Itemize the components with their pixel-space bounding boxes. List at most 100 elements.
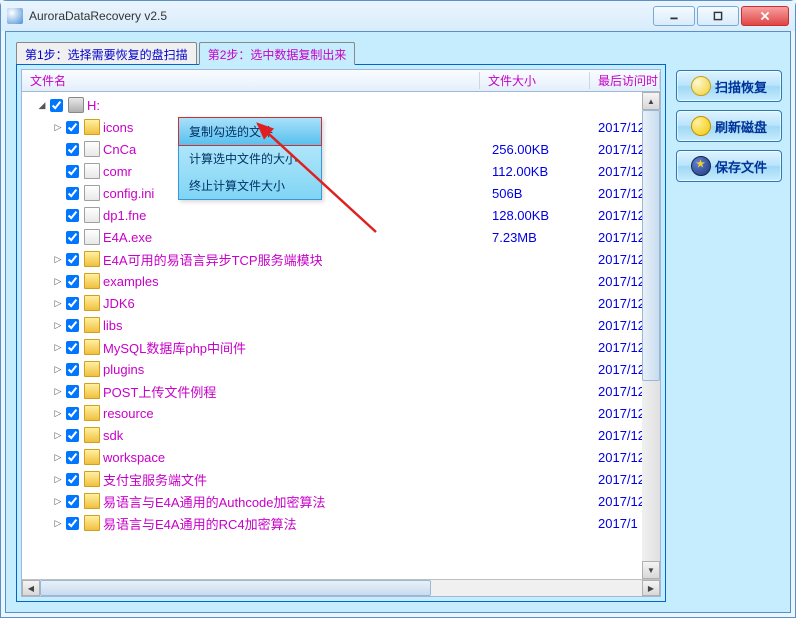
- expander-icon[interactable]: ▷: [52, 275, 64, 287]
- menu-stop-calc[interactable]: 终止计算文件大小: [179, 172, 321, 199]
- refresh-label: 刷新磁盘: [715, 117, 767, 136]
- drive-row[interactable]: ◢H:: [22, 94, 660, 116]
- table-row[interactable]: ▷sdk2017/12: [22, 424, 660, 446]
- drive-checkbox[interactable]: [50, 99, 63, 112]
- row-checkbox[interactable]: [66, 473, 79, 486]
- expander-icon[interactable]: ▷: [52, 495, 64, 507]
- row-checkbox[interactable]: [66, 495, 79, 508]
- table-row[interactable]: ▷plugins2017/12: [22, 358, 660, 380]
- menu-copy-checked[interactable]: 复制勾选的文件: [178, 117, 322, 146]
- table-row[interactable]: CnCa256.00KB2017/12: [22, 138, 660, 160]
- expander-icon[interactable]: ▷: [52, 385, 64, 397]
- table-row[interactable]: ▷icons2017/12: [22, 116, 660, 138]
- row-checkbox[interactable]: [66, 407, 79, 420]
- table-row[interactable]: ▷workspace2017/12: [22, 446, 660, 468]
- folder-icon: [84, 295, 100, 311]
- row-checkbox[interactable]: [66, 209, 79, 222]
- table-row[interactable]: ▷E4A可用的易语言异步TCP服务端模块2017/12: [22, 248, 660, 270]
- menu-calc-size[interactable]: 计算选中文件的大小: [179, 145, 321, 172]
- expander-icon[interactable]: ▷: [52, 319, 64, 331]
- minimize-button[interactable]: [653, 6, 695, 26]
- row-checkbox[interactable]: [66, 517, 79, 530]
- expander-icon[interactable]: ▷: [52, 341, 64, 353]
- save-icon: [691, 156, 711, 176]
- expander-icon[interactable]: ▷: [52, 429, 64, 441]
- expander-icon[interactable]: ▷: [52, 451, 64, 463]
- table-row[interactable]: ▷MySQL数据库php中间件2017/12: [22, 336, 660, 358]
- row-checkbox[interactable]: [66, 165, 79, 178]
- drive-icon: [68, 97, 84, 113]
- file-name: workspace: [103, 450, 488, 465]
- scroll-right-icon[interactable]: ▶: [642, 580, 660, 596]
- row-checkbox[interactable]: [66, 253, 79, 266]
- scan-recover-button[interactable]: 扫描恢复: [676, 70, 782, 102]
- table-row[interactable]: ▷JDK62017/12: [22, 292, 660, 314]
- expander-icon[interactable]: ▷: [52, 473, 64, 485]
- expander-icon[interactable]: ▷: [52, 517, 64, 529]
- expander-icon[interactable]: ▷: [52, 297, 64, 309]
- close-button[interactable]: [741, 6, 789, 26]
- table-row[interactable]: ▷POST上传文件例程2017/12: [22, 380, 660, 402]
- sidebar: 扫描恢复 刷新磁盘 保存文件: [672, 32, 790, 612]
- file-icon: [84, 207, 100, 223]
- folder-icon: [84, 361, 100, 377]
- table-row[interactable]: ▷易语言与E4A通用的Authcode加密算法2017/12: [22, 490, 660, 512]
- row-checkbox[interactable]: [66, 231, 79, 244]
- table-row[interactable]: ▷libs2017/12: [22, 314, 660, 336]
- col-name[interactable]: 文件名: [22, 72, 480, 89]
- vertical-scrollbar[interactable]: ▲ ▼: [642, 92, 660, 579]
- tab-step1[interactable]: 第1步：选择需要恢复的盘扫描: [16, 42, 197, 64]
- col-date[interactable]: 最后访问时: [590, 72, 660, 89]
- folder-icon: [84, 273, 100, 289]
- table-row[interactable]: dp1.fne128.00KB2017/12: [22, 204, 660, 226]
- refresh-disk-button[interactable]: 刷新磁盘: [676, 110, 782, 142]
- tab-step2[interactable]: 第2步：选中数据复制出来: [199, 42, 356, 65]
- row-checkbox[interactable]: [66, 297, 79, 310]
- table-row[interactable]: E4A.exe7.23MB2017/12: [22, 226, 660, 248]
- file-name: POST上传文件例程: [103, 382, 488, 401]
- file-name: E4A可用的易语言异步TCP服务端模块: [103, 250, 488, 269]
- table-row[interactable]: ▷examples2017/12: [22, 270, 660, 292]
- table-row[interactable]: ▷支付宝服务端文件2017/12: [22, 468, 660, 490]
- folder-icon: [84, 383, 100, 399]
- file-tree[interactable]: ◢H:▷icons2017/12CnCa256.00KB2017/12comr1…: [21, 92, 661, 579]
- row-checkbox[interactable]: [66, 143, 79, 156]
- row-checkbox[interactable]: [66, 429, 79, 442]
- app-window: AuroraDataRecovery v2.5 第1步：选择需要恢复的盘扫描 第…: [0, 0, 796, 618]
- row-checkbox[interactable]: [66, 363, 79, 376]
- save-file-button[interactable]: 保存文件: [676, 150, 782, 182]
- table-row[interactable]: comr112.00KB2017/12: [22, 160, 660, 182]
- table-row[interactable]: ▷易语言与E4A通用的RC4加密算法2017/1: [22, 512, 660, 534]
- row-checkbox[interactable]: [66, 121, 79, 134]
- horizontal-scrollbar[interactable]: ◀ ▶: [21, 579, 661, 597]
- content-area: 第1步：选择需要恢复的盘扫描 第2步：选中数据复制出来 文件名 文件大小 最后访…: [5, 31, 791, 613]
- vscroll-thumb[interactable]: [642, 110, 660, 381]
- folder-icon: [84, 493, 100, 509]
- expander-icon[interactable]: ▷: [52, 407, 64, 419]
- row-checkbox[interactable]: [66, 319, 79, 332]
- row-checkbox[interactable]: [66, 187, 79, 200]
- scroll-left-icon[interactable]: ◀: [22, 580, 40, 596]
- folder-icon: [84, 427, 100, 443]
- table-row[interactable]: ▷resource2017/12: [22, 402, 660, 424]
- row-checkbox[interactable]: [66, 275, 79, 288]
- expander-icon[interactable]: ▷: [52, 121, 64, 133]
- expander-icon[interactable]: ▷: [52, 363, 64, 375]
- folder-icon: [84, 405, 100, 421]
- row-checkbox[interactable]: [66, 385, 79, 398]
- file-list-frame: 文件名 文件大小 最后访问时 ◢H:▷icons2017/12CnCa256.0…: [16, 64, 666, 602]
- col-size[interactable]: 文件大小: [480, 72, 590, 89]
- file-icon: [84, 141, 100, 157]
- titlebar[interactable]: AuroraDataRecovery v2.5: [1, 1, 795, 31]
- table-row[interactable]: config.ini506B2017/12: [22, 182, 660, 204]
- scroll-down-icon[interactable]: ▼: [642, 561, 660, 579]
- file-name: JDK6: [103, 296, 488, 311]
- scroll-up-icon[interactable]: ▲: [642, 92, 660, 110]
- row-checkbox[interactable]: [66, 341, 79, 354]
- hscroll-thumb[interactable]: [40, 580, 431, 596]
- expander-icon[interactable]: ▷: [52, 253, 64, 265]
- file-size: 506B: [488, 186, 598, 201]
- row-checkbox[interactable]: [66, 451, 79, 464]
- maximize-button[interactable]: [697, 6, 739, 26]
- expander-icon[interactable]: ◢: [36, 99, 48, 111]
